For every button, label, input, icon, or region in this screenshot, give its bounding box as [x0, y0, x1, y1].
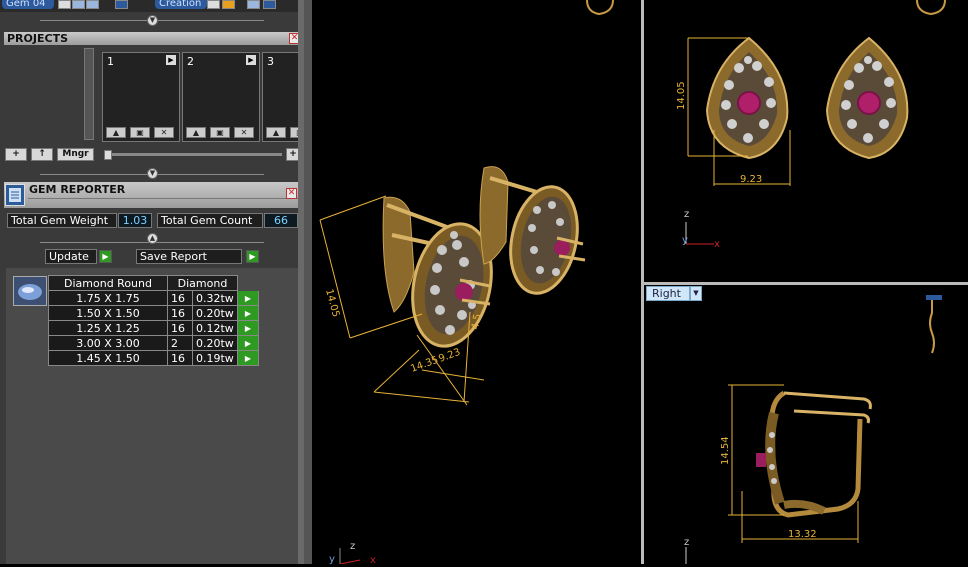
column-header: Diamond [167, 275, 238, 291]
save-report-go-icon[interactable]: ▶ [246, 250, 259, 263]
gem-size-cell: 1.75 X 1.75 [48, 290, 168, 306]
gem-weight-cell: 0.32tw [192, 290, 238, 306]
dimension-label: 13.32 [788, 529, 817, 540]
lock-icon[interactable] [247, 0, 260, 9]
close-icon[interactable]: ✕ [286, 188, 297, 199]
delete-icon[interactable]: ✕ [154, 127, 174, 138]
save-icon[interactable] [86, 0, 99, 9]
axis-x-label: x [370, 555, 376, 564]
table-header-row: Diamond Round Diamond [48, 275, 259, 291]
total-gem-weight-label: Total Gem Weight [7, 213, 117, 228]
dimension-label: 9.23 [740, 174, 762, 185]
table-row[interactable]: 1.75 X 1.75 16 0.32tw ▶ [48, 290, 259, 306]
axis-z-label: z [350, 541, 355, 552]
total-gem-count-value: 66 [264, 213, 298, 228]
gem-size-cell: 1.50 X 1.50 [48, 305, 168, 321]
info-icon[interactable] [115, 0, 128, 9]
gem-weight-cell: 0.20tw [192, 305, 238, 321]
collapse-toggle-icon[interactable]: ▲ [147, 233, 158, 244]
save-icon[interactable]: ▣ [210, 127, 230, 138]
gem-size-cell: 1.45 X 1.50 [48, 350, 168, 366]
upload-icon[interactable]: ▲ [186, 127, 206, 138]
gem-weight-cell: 0.20tw [192, 335, 238, 351]
project-slot-2[interactable]: 2 ▶ ▲ ▣ ✕ [182, 52, 260, 142]
zoom-slider-handle[interactable] [104, 150, 112, 160]
gem-weight-cell: 0.19tw [192, 350, 238, 366]
play-icon[interactable]: ▶ [166, 55, 176, 65]
axis-y-label: y [329, 554, 335, 564]
play-icon[interactable] [207, 0, 220, 9]
divider [28, 198, 298, 199]
gem-weight-cell: 0.12tw [192, 320, 238, 336]
right-viewport[interactable]: Right ▼ 14.54 13.32 z [644, 285, 968, 564]
delete-icon[interactable]: ✕ [234, 127, 254, 138]
gem-tab[interactable]: Gem 04 [2, 0, 54, 9]
table-row[interactable]: 1.50 X 1.50 16 0.20tw ▶ [48, 305, 259, 321]
creation-tab[interactable]: Creation [155, 0, 207, 9]
play-icon[interactable] [58, 0, 71, 9]
column-header: Diamond Round [48, 275, 168, 291]
play-icon[interactable]: ▶ [246, 55, 256, 65]
projects-header: PROJECTS [4, 32, 302, 45]
gem-count-cell: 2 [167, 335, 193, 351]
move-up-button[interactable]: ↑ [31, 148, 53, 161]
gem-thumbnail [13, 276, 47, 306]
info-icon[interactable] [263, 0, 276, 9]
left-panel: Gem 04 Creation ▼ PROJECTS ✕ 1 ▶ ▲ ▣ ✕ 2… [0, 0, 304, 564]
table-row[interactable]: 1.25 X 1.25 16 0.12tw ▶ [48, 320, 259, 336]
dimension-label: 4.5 [470, 313, 484, 331]
update-button[interactable]: Update [45, 249, 97, 264]
gem-reporter-icon [5, 184, 25, 206]
dimension-label: 14.05 [676, 81, 687, 110]
select-row-icon[interactable]: ▶ [237, 290, 259, 306]
gem-reporter-title: GEM REPORTER [29, 183, 126, 196]
gem-table: Diamond Round Diamond 1.75 X 1.75 16 0.3… [48, 275, 259, 366]
axis-z-label: z [684, 537, 689, 548]
gem-count-cell: 16 [167, 320, 193, 336]
table-row[interactable]: 3.00 X 3.00 2 0.20tw ▶ [48, 335, 259, 351]
projects-title: PROJECTS [7, 32, 68, 45]
project-slot-1[interactable]: 1 ▶ ▲ ▣ ✕ [102, 52, 180, 142]
dimension-label: 14.54 [720, 436, 731, 465]
projects-vertical-scrollbar[interactable] [84, 48, 94, 140]
select-row-icon[interactable]: ▶ [237, 320, 259, 336]
zoom-slider-track[interactable] [104, 153, 282, 156]
axis-y-label: y [682, 235, 688, 246]
gem-count-cell: 16 [167, 305, 193, 321]
axis-x-label: x [714, 239, 720, 250]
gem-size-cell: 3.00 X 3.00 [48, 335, 168, 351]
save-report-button[interactable]: Save Report [136, 249, 242, 264]
total-gem-count-label: Total Gem Count [157, 213, 263, 228]
select-row-icon[interactable]: ▶ [237, 305, 259, 321]
gem-count-cell: 16 [167, 350, 193, 366]
gem-count-cell: 16 [167, 290, 193, 306]
collapse-toggle-icon[interactable]: ▼ [147, 168, 158, 179]
manager-button[interactable]: Mngr [57, 148, 94, 161]
save-icon[interactable]: ▣ [130, 127, 150, 138]
axis-z-label: z [684, 209, 689, 220]
upload-icon[interactable]: ▲ [106, 127, 126, 138]
perspective-viewport[interactable]: 14.05 14.35 9.23 4.5 z y x [312, 0, 641, 566]
add-project-button[interactable]: + [5, 148, 27, 161]
top-strip: Gem 04 Creation [0, 0, 304, 12]
collapse-toggle-icon[interactable]: ▼ [147, 15, 158, 26]
project-slot-number: 1 [107, 55, 114, 68]
project-slot-number: 2 [187, 55, 194, 68]
select-row-icon[interactable]: ▶ [237, 350, 259, 366]
project-slot-number: 3 [267, 55, 274, 68]
gem-size-cell: 1.25 X 1.25 [48, 320, 168, 336]
front-viewport[interactable]: 14.05 9.23 z y x [644, 0, 968, 282]
lock-icon[interactable] [72, 0, 85, 9]
total-gem-weight-value: 1.03 [118, 213, 152, 228]
upload-icon[interactable]: ▲ [266, 127, 286, 138]
table-row[interactable]: 1.45 X 1.50 16 0.19tw ▶ [48, 350, 259, 366]
dimension-label: 9.23 [437, 347, 462, 365]
folder-icon[interactable] [222, 0, 235, 9]
select-row-icon[interactable]: ▶ [237, 335, 259, 351]
viewport-splitter[interactable] [304, 0, 312, 564]
update-go-icon[interactable]: ▶ [99, 250, 112, 263]
